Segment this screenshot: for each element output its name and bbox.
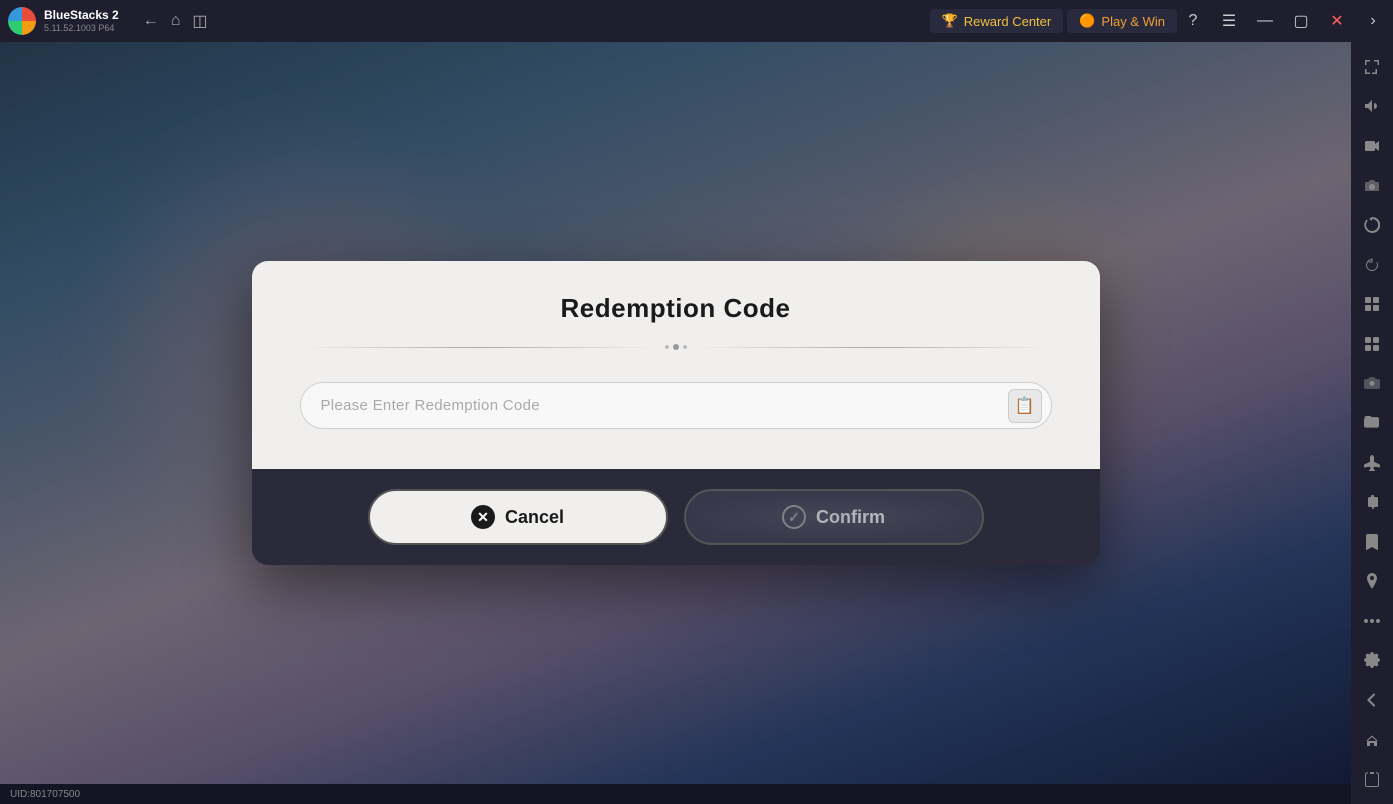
uid-label: UID:801707500 xyxy=(10,789,80,800)
reward-center-label: Reward Center xyxy=(964,14,1051,29)
sidebar-back-nav-icon[interactable] xyxy=(1355,683,1389,717)
input-wrapper: 📋 xyxy=(300,382,1052,429)
dialog-divider xyxy=(300,344,1052,350)
sidebar-volume-icon[interactable] xyxy=(1355,90,1389,124)
game-area: Redemption Code 📋 xyxy=(0,42,1351,784)
expand-button[interactable]: › xyxy=(1357,5,1389,37)
right-sidebar xyxy=(1351,42,1393,804)
cancel-label: Cancel xyxy=(505,507,564,528)
sidebar-library-icon[interactable] xyxy=(1355,327,1389,361)
sidebar-fullscreen-icon[interactable] xyxy=(1355,50,1389,84)
divider-dot-2 xyxy=(673,344,679,350)
cancel-button[interactable]: ✕ Cancel xyxy=(368,489,668,545)
sidebar-screenshot-icon[interactable] xyxy=(1355,169,1389,203)
modal-overlay: Redemption Code 📋 xyxy=(0,42,1351,784)
confirm-label: Confirm xyxy=(816,507,885,528)
topbar-center: 🏆 Reward Center 🟠 Play & Win xyxy=(930,9,1177,33)
expand-icon: › xyxy=(1370,12,1375,30)
sidebar-refresh-icon[interactable] xyxy=(1355,248,1389,282)
cancel-icon: ✕ xyxy=(471,505,495,529)
sidebar-airplane-icon[interactable] xyxy=(1355,446,1389,480)
topbar-left: BlueStacks 2 5.11.52.1003 P64 ← ⌂ ◫ xyxy=(0,7,930,35)
play-icon: 🟠 xyxy=(1079,13,1095,29)
close-icon: ✕ xyxy=(1330,11,1343,31)
app-name: BlueStacks 2 5.11.52.1003 P64 xyxy=(44,8,119,33)
bottom-bar: UID:801707500 xyxy=(0,784,1351,804)
help-icon: ? xyxy=(1189,12,1198,30)
play-win-button[interactable]: 🟠 Play & Win xyxy=(1067,9,1177,33)
paste-button[interactable]: 📋 xyxy=(1008,389,1042,423)
confirm-icon: ✓ xyxy=(782,505,806,529)
sidebar-more-icon[interactable] xyxy=(1355,604,1389,638)
sidebar-replay-icon[interactable] xyxy=(1355,208,1389,242)
divider-dot-1 xyxy=(665,345,669,349)
sidebar-video-icon[interactable] xyxy=(1355,129,1389,163)
paste-icon: 📋 xyxy=(1015,396,1035,416)
sidebar-copy-nav-icon[interactable] xyxy=(1355,762,1389,796)
sidebar-home-nav-icon[interactable] xyxy=(1355,723,1389,757)
back-button[interactable]: ← xyxy=(143,12,159,30)
sidebar-settings-icon[interactable] xyxy=(1355,644,1389,678)
divider-dot-3 xyxy=(683,345,687,349)
divider-line-left xyxy=(300,347,657,348)
help-button[interactable]: ? xyxy=(1177,5,1209,37)
divider-line-right xyxy=(695,347,1052,348)
reward-icon: 🏆 xyxy=(942,13,958,29)
sidebar-camera-icon[interactable] xyxy=(1355,367,1389,401)
app-name-main: BlueStacks 2 xyxy=(44,8,119,22)
close-button[interactable]: ✕ xyxy=(1321,5,1353,37)
minimize-button[interactable]: — xyxy=(1249,5,1281,37)
dialog-bottom: ✕ Cancel ✓ Confirm xyxy=(252,469,1100,565)
app-version: 5.11.52.1003 P64 xyxy=(44,23,119,34)
nav-icons: ← ⌂ ◫ xyxy=(143,11,208,31)
home-button[interactable]: ⌂ xyxy=(171,12,181,30)
topbar: BlueStacks 2 5.11.52.1003 P64 ← ⌂ ◫ 🏆 Re… xyxy=(0,0,1393,42)
menu-icon: ☰ xyxy=(1222,11,1236,31)
sidebar-folder-icon[interactable] xyxy=(1355,406,1389,440)
app-logo xyxy=(8,7,36,35)
confirm-button[interactable]: ✓ Confirm xyxy=(684,489,984,545)
dialog-top: Redemption Code 📋 xyxy=(252,261,1100,469)
redemption-code-input[interactable] xyxy=(300,382,1052,429)
sidebar-build-icon[interactable] xyxy=(1355,287,1389,321)
divider-dots xyxy=(665,344,687,350)
dialog-title: Redemption Code xyxy=(300,293,1052,324)
reward-center-button[interactable]: 🏆 Reward Center xyxy=(930,9,1064,33)
play-win-label: Play & Win xyxy=(1101,14,1165,29)
sidebar-bookmark-icon[interactable] xyxy=(1355,525,1389,559)
topbar-right: ? ☰ — ▢ ✕ › xyxy=(1177,5,1393,37)
sidebar-location-icon[interactable] xyxy=(1355,565,1389,599)
redemption-dialog: Redemption Code 📋 xyxy=(252,261,1100,565)
sidebar-scale-icon[interactable] xyxy=(1355,485,1389,519)
tabs-button[interactable]: ◫ xyxy=(192,11,207,31)
maximize-icon: ▢ xyxy=(1293,11,1308,31)
minimize-icon: — xyxy=(1257,12,1273,30)
menu-button[interactable]: ☰ xyxy=(1213,5,1245,37)
maximize-button[interactable]: ▢ xyxy=(1285,5,1317,37)
